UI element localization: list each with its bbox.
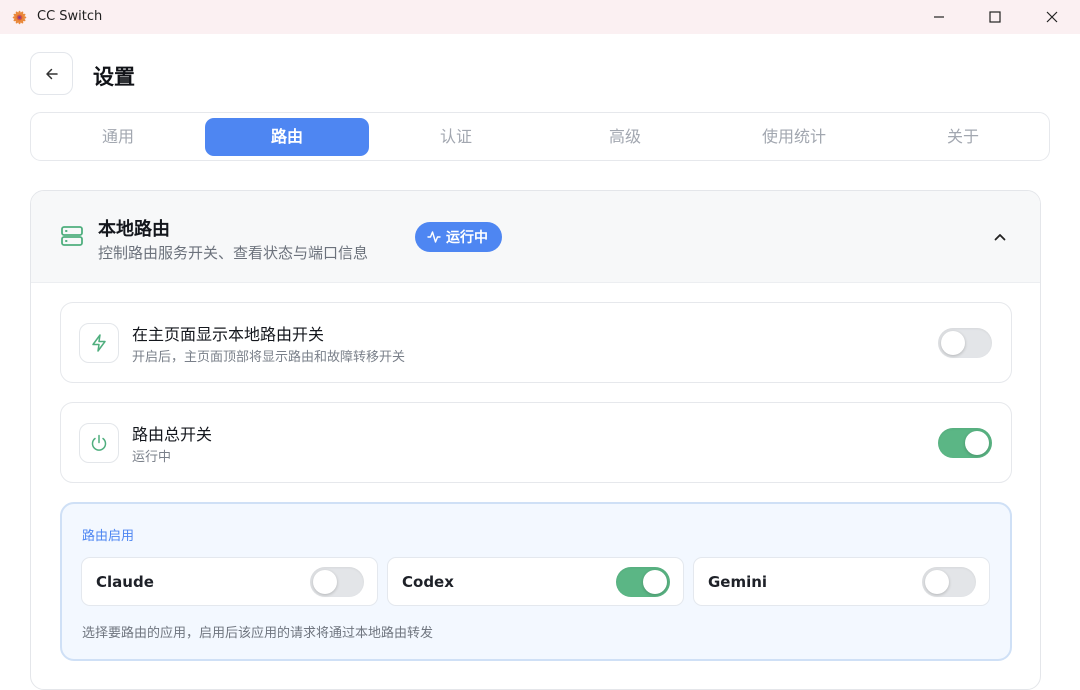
tab-usage-stats[interactable]: 使用统计 [712,118,876,156]
routing-enabled-apps: 路由启用 Claude Codex Gemini 选择要路由的应用，启用后该应用… [60,502,1012,661]
toggle-knob [925,570,949,594]
toggle-knob [643,570,667,594]
tab-routing[interactable]: 路由 [205,118,369,156]
tab-advanced[interactable]: 高级 [543,118,707,156]
page-title: 设置 [93,65,135,89]
app-name: Gemini [708,573,768,591]
power-icon [91,434,107,451]
arrow-left-icon [45,68,58,79]
status-badge-label: 运行中 [446,230,488,246]
settings-page: 设置 通用 路由 认证 高级 使用统计 关于 本地路由 控制路由服务开关、查看状… [0,34,1080,690]
close-button[interactable] [1027,0,1077,34]
maximize-icon [989,11,1001,23]
cc-switch-logo-icon [12,10,27,25]
row-title: 路由总开关 [132,425,213,444]
row-icon-box [79,423,119,463]
codex-toggle[interactable] [616,567,670,597]
row-title: 在主页面显示本地路由开关 [132,325,325,344]
settings-tabs: 通用 路由 认证 高级 使用统计 关于 [30,112,1050,161]
server-icon [61,226,83,246]
claude-toggle[interactable] [310,567,364,597]
section-title: 本地路由 [98,219,170,240]
toggle-knob [965,431,989,455]
title-bar: CC Switch [0,0,1080,34]
routing-master-switch-row: 路由总开关 运行中 [60,402,1012,483]
gemini-toggle[interactable] [922,567,976,597]
minimize-icon [934,16,944,18]
app-card-codex: Codex [387,557,684,606]
chevron-up-icon[interactable] [991,228,1009,246]
row-description: 开启后，主页面顶部将显示路由和故障转移开关 [132,350,406,365]
tab-auth[interactable]: 认证 [374,118,538,156]
routing-master-toggle[interactable] [938,428,992,458]
tab-general[interactable]: 通用 [36,118,200,156]
window-title: CC Switch [37,9,103,24]
maximize-button[interactable] [970,0,1020,34]
app-card-gemini: Gemini [693,557,990,606]
lightning-icon [92,334,106,352]
app-name: Claude [96,573,154,591]
tab-about[interactable]: 关于 [881,118,1045,156]
show-routing-toggle[interactable] [938,328,992,358]
apps-hint: 选择要路由的应用，启用后该应用的请求将通过本地路由转发 [82,626,434,641]
app-card-claude: Claude [81,557,378,606]
close-icon [1046,11,1058,23]
minimize-button[interactable] [914,0,964,34]
row-description: 运行中 [132,450,172,465]
activity-icon [427,231,441,243]
apps-block-label: 路由启用 [82,529,135,544]
back-button[interactable] [30,52,73,95]
show-routing-switch-row: 在主页面显示本地路由开关 开启后，主页面顶部将显示路由和故障转移开关 [60,302,1012,383]
app-name: Codex [402,573,454,591]
toggle-knob [941,331,965,355]
status-badge: 运行中 [415,222,502,252]
section-header[interactable]: 本地路由 控制路由服务开关、查看状态与端口信息 运行中 [31,191,1040,283]
local-routing-section: 本地路由 控制路由服务开关、查看状态与端口信息 运行中 在主页面显示本地路由开关… [30,190,1041,690]
row-icon-box [79,323,119,363]
toggle-knob [313,570,337,594]
section-description: 控制路由服务开关、查看状态与端口信息 [98,244,369,262]
